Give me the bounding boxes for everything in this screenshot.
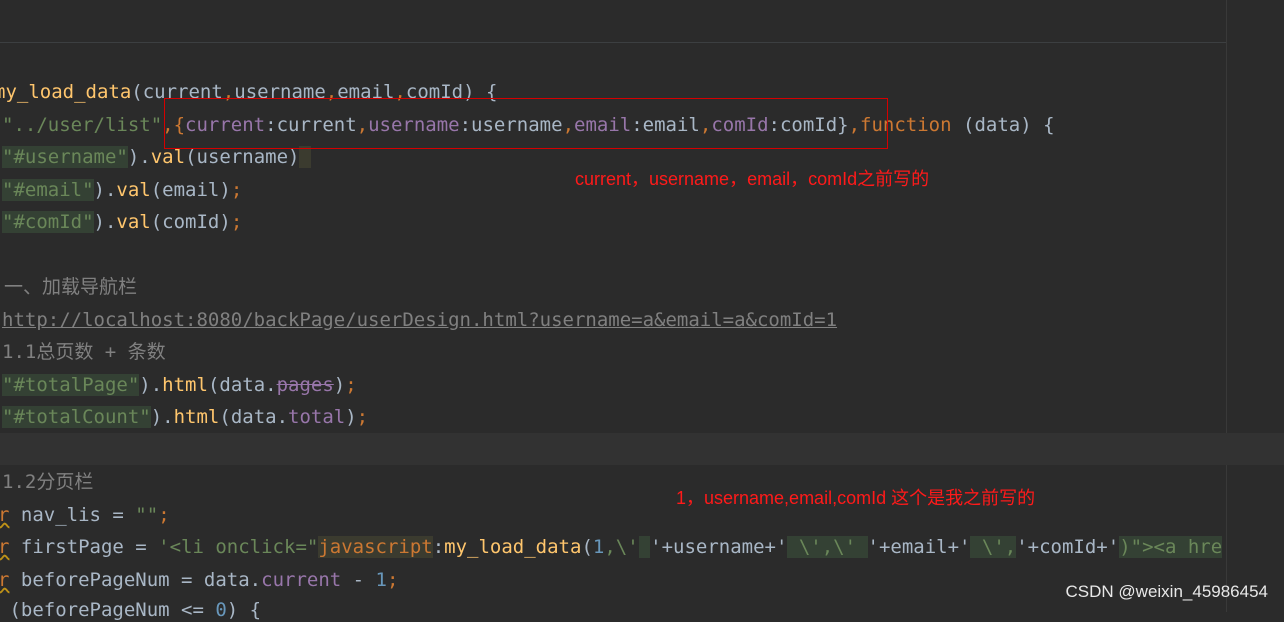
code-line-before-page: r beforePageNum = data.current - 1; [0,569,399,591]
code-comment-url[interactable]: http://localhost:8080/backPage/userDesig… [2,308,837,332]
code-line-total-page: "#totalPage").html(data.pages); [2,374,357,396]
editor-right-margin-guide [1226,0,1227,612]
code-comment-total: 1.1总页数 + 条数 [2,341,166,363]
code-line-5: "#comId").val(comId); [2,211,243,233]
annotation-note-1: current，username，email，comId之前写的 [575,169,930,189]
code-line-first-page: r firstPage = '<li onclick="javascript:m… [0,536,1223,558]
csdn-watermark: CSDN @weixin_45986454 [1065,582,1268,601]
code-line-if: (beforePageNum <= 0) { [0,599,262,621]
annotation-note-2: 1，username,email,comId 这个是我之前写的 [676,488,1036,508]
code-line-total-count: "#totalCount").html(data.total); [2,406,369,428]
editor-top-divider [0,42,1226,43]
code-comment-nav: 一、加载导航栏 [4,276,138,298]
code-line-2: "../user/list",{current:current,username… [2,114,1055,136]
code-line-1: my_load_data(current,username,email,comI… [0,81,498,103]
current-line-highlight [0,433,1284,465]
code-comment-pagination: 1.2分页栏 [2,471,94,493]
code-line-3: "#username").val(username) [2,145,311,169]
code-line-4: "#email").val(email); [2,179,243,201]
code-line-nav-lis: r nav_lis = ""; [0,504,170,526]
